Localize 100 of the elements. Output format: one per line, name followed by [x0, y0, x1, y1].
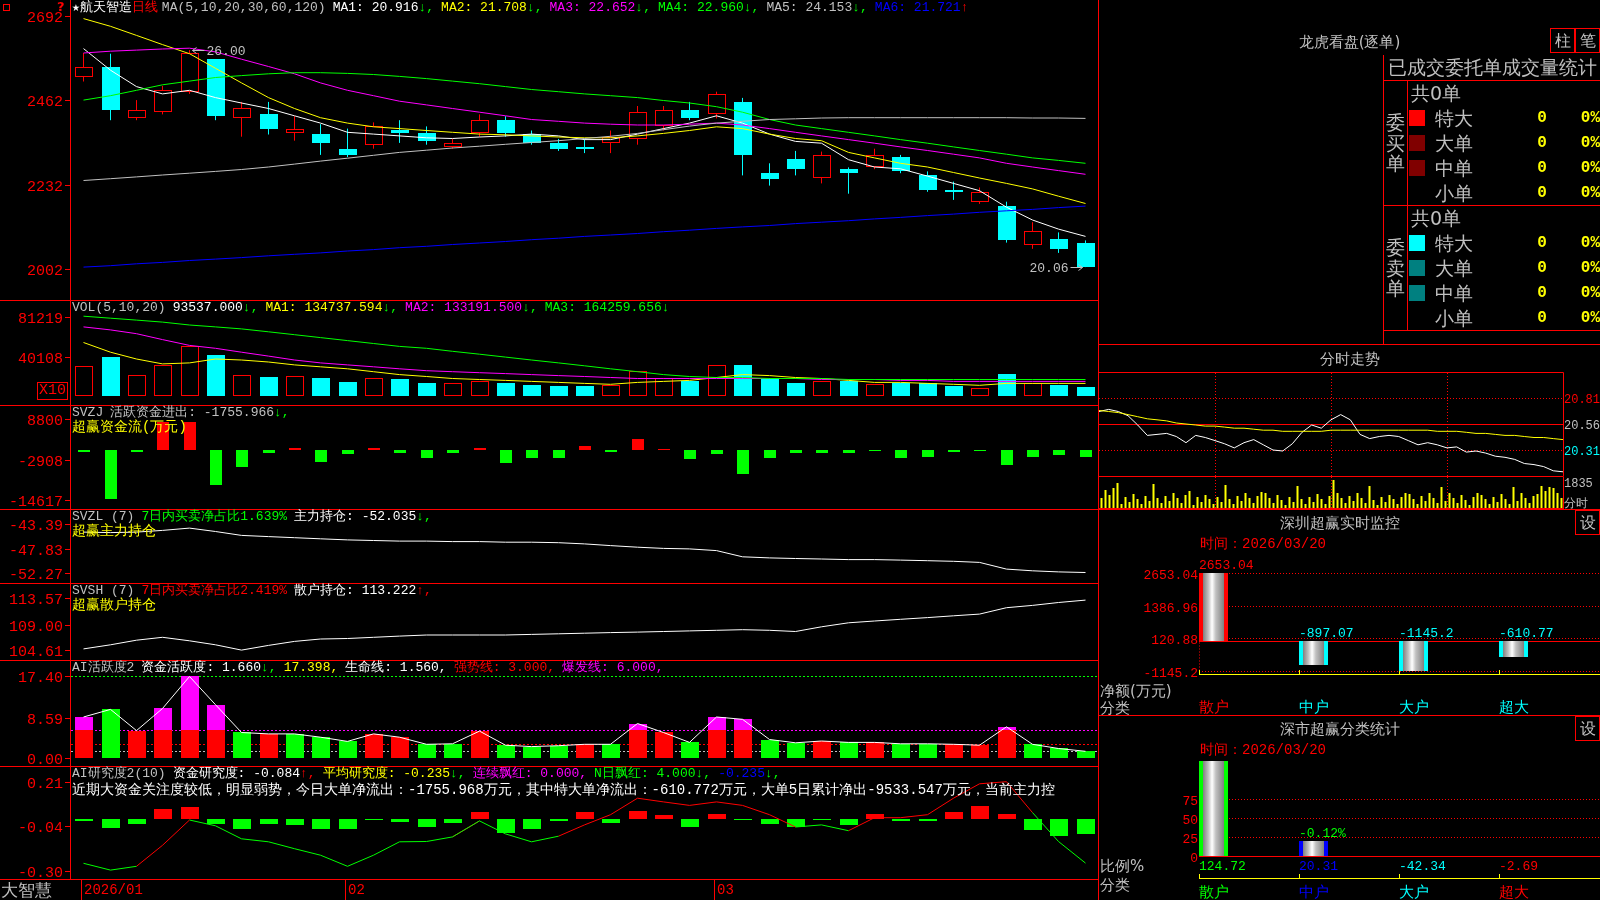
fund-flow-bar [421, 450, 433, 458]
activity-bar [128, 731, 146, 758]
indicator-value: 主力持仓: -52.035 [294, 509, 417, 524]
arrow-icon [192, 47, 205, 54]
candle [787, 150, 805, 176]
indicator-value: 17.398, [283, 660, 339, 675]
research-bar [312, 819, 330, 829]
volume-bar [444, 383, 462, 396]
view-button[interactable]: 柱 [1550, 28, 1575, 53]
volume-bar [312, 378, 330, 396]
view-button[interactable]: 笔 [1575, 28, 1600, 53]
activity-bar [233, 732, 251, 758]
volume-bar [971, 388, 989, 396]
panel-title: 深圳超赢实时监控 [1279, 513, 1400, 532]
activity-bar [391, 737, 409, 758]
candle [576, 138, 594, 154]
research-bar [154, 809, 172, 819]
indicator-value: MA2: 133191.500 [405, 300, 523, 315]
indicator-value: 爆发线: 6.000, [562, 660, 664, 675]
indicator-value: 活跃资金进出: -1755.966 [110, 405, 275, 420]
axis-label: 20.31 [1564, 444, 1600, 459]
activity-bar [207, 705, 225, 730]
trend-arrow: ↓, [382, 300, 399, 315]
scale-value: 1835 [1564, 477, 1593, 491]
category-label: 超大 [1499, 883, 1529, 900]
fund-flow-bar [315, 450, 327, 462]
activity-bar [154, 730, 172, 758]
candle [154, 85, 172, 115]
research-bar [260, 819, 278, 824]
axis-label: 1386.96 [1143, 600, 1198, 616]
trend-arrow: ↓, [416, 509, 432, 524]
trend-arrow: ↓, [274, 405, 290, 420]
indicator-name: AI研究度2(10) [72, 767, 166, 781]
volume-bar [576, 386, 594, 396]
arrow-icon [1070, 264, 1083, 271]
indicator-name: SVZL (7) [72, 510, 135, 524]
candle [312, 123, 330, 156]
indicator-value: MA2: 21.708 [441, 0, 527, 15]
research-bar [787, 819, 805, 827]
fund-flow-bar [684, 450, 696, 459]
volume-bar [681, 381, 699, 396]
research-bar [655, 815, 673, 819]
volume-bar [418, 383, 436, 396]
indicator-title: 超赢散户持仓 [72, 598, 156, 613]
axis-label: 2002 [27, 262, 63, 280]
order-share: 0% [1580, 307, 1600, 328]
candle [840, 166, 858, 195]
category-label: 中户 [1299, 883, 1329, 900]
fund-flow-bar [711, 450, 723, 454]
candle [286, 115, 304, 142]
activity-bar [207, 730, 225, 758]
settings-button[interactable]: 设 [1575, 510, 1600, 535]
indicator-value: 散户持仓: 113.222 [294, 583, 417, 598]
fund-flow-bar [447, 450, 459, 453]
activity-bar [497, 745, 515, 758]
trend-arrow: ↓, [635, 0, 651, 15]
candle [971, 187, 989, 205]
research-bar [1050, 819, 1068, 836]
axis-label: -2908 [18, 453, 63, 471]
candle [471, 113, 489, 138]
candle [444, 138, 462, 150]
candle [1077, 239, 1095, 268]
trend-arrow: ↓, [450, 766, 466, 781]
axis-label: 2462 [27, 93, 63, 111]
indicator-value: 平均研究度: -0.235 [322, 766, 451, 781]
activity-bar [1024, 744, 1042, 758]
trend-arrow: ↓, [764, 766, 781, 781]
research-bar [576, 812, 594, 819]
order-share: 0% [1580, 232, 1600, 253]
trend-arrow: ↑, [300, 766, 316, 781]
activity-bar [787, 743, 805, 758]
order-share: 0% [1580, 257, 1600, 278]
help-mark: ? [57, 0, 65, 13]
fund-flow-bar [184, 422, 196, 450]
activity-bar [550, 746, 568, 758]
candle [339, 128, 357, 158]
research-bar [233, 819, 251, 829]
research-bar [207, 819, 225, 824]
volume-bar [1077, 387, 1095, 396]
volume-bar [128, 375, 146, 396]
trend-arrow: ↓, [522, 300, 538, 315]
favorite-label: ★ [72, 1, 80, 15]
research-bar [971, 806, 989, 819]
indicator-value: 连续飘红: 0.000, [472, 766, 588, 781]
order-total: 共0单 [1411, 207, 1462, 229]
indicator-value: 7日内买卖净占比1.639% [141, 509, 288, 524]
indicator-value: 生命线: 1.560, [345, 660, 447, 675]
activity-bar [655, 732, 673, 758]
order-size: 小单 [1435, 181, 1473, 204]
candle [260, 101, 278, 135]
volume-bar [1050, 385, 1068, 396]
research-bar [128, 819, 146, 824]
category-label: 散户 [1199, 698, 1229, 715]
activity-bar [681, 742, 699, 758]
time-label: 时间：2026/03/20 [1200, 536, 1326, 552]
volume-bar [471, 381, 489, 396]
axis-label: 2232 [27, 178, 63, 196]
candle [813, 151, 831, 184]
settings-button[interactable]: 设 [1575, 716, 1600, 741]
volume-bar [550, 386, 568, 396]
